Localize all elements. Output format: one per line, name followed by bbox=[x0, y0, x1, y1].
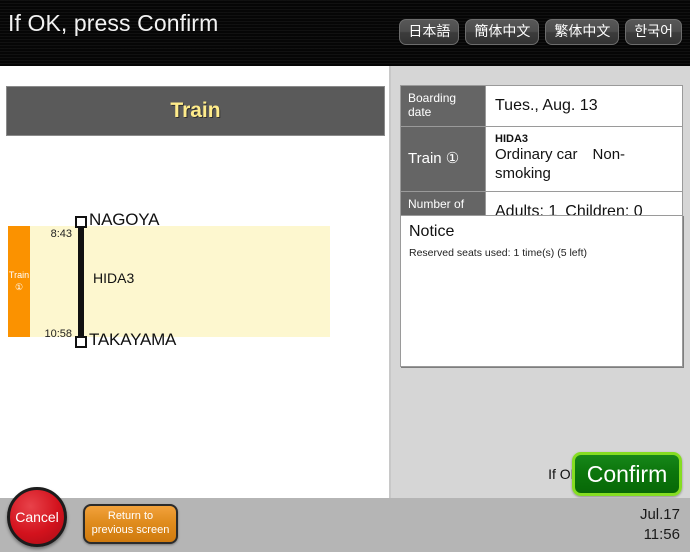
status-time: 11:56 bbox=[643, 526, 680, 544]
arrival-time: 10:58 bbox=[44, 328, 72, 340]
table-row: Boarding date Tues., Aug. 13 bbox=[401, 86, 682, 127]
confirm-button[interactable]: Confirm bbox=[572, 452, 682, 496]
train-name-value: HIDA3 bbox=[495, 132, 529, 145]
car-class-and-smoking-value: Ordinary car Non-smoking bbox=[495, 146, 626, 183]
language-button-japanese[interactable]: 日本語 bbox=[399, 19, 460, 46]
arrival-station-marker-icon bbox=[75, 336, 87, 348]
journey-diagram: Train ① NAGOYA 8:43 HIDA3 TAKAYAMA 10:58 bbox=[0, 156, 391, 349]
itinerary-section-header: Train bbox=[6, 86, 385, 136]
return-button-line1: Return to bbox=[107, 510, 154, 523]
reservation-details-table: Boarding date Tues., Aug. 13 Train ① HID… bbox=[400, 85, 683, 233]
departure-station-marker-icon bbox=[75, 216, 87, 228]
leg-tab-number: ① bbox=[14, 281, 24, 292]
row-label-train: Train ① bbox=[401, 126, 486, 191]
boarding-date-value: Tues., Aug. 13 bbox=[495, 96, 598, 114]
main-content: Train Train ① NAGOYA 8:43 HIDA3 TAKAYAMA… bbox=[0, 66, 690, 498]
reservation-summary-panel: Boarding date Tues., Aug. 13 Train ① HID… bbox=[393, 66, 690, 498]
notice-title: Notice bbox=[409, 223, 455, 240]
top-header-bar: If OK, press Confirm 日本語 簡体中文 繁体中文 한국어 bbox=[0, 0, 690, 66]
row-value-boarding-date: Tues., Aug. 13 bbox=[486, 86, 682, 126]
leg-train-name: HIDA3 bbox=[93, 270, 135, 286]
itinerary-panel: Train Train ① NAGOYA 8:43 HIDA3 TAKAYAMA… bbox=[0, 66, 391, 498]
language-button-simplified-chinese[interactable]: 簡体中文 bbox=[465, 19, 540, 46]
return-to-previous-screen-button[interactable]: Return to previous screen bbox=[83, 504, 178, 544]
ticket-machine-screen: If OK, press Confirm 日本語 簡体中文 繁体中文 한국어 T… bbox=[0, 0, 690, 552]
table-row: Train ① HIDA3 Ordinary car Non-smoking bbox=[401, 126, 682, 192]
return-button-label: Return to previous screen bbox=[92, 510, 170, 538]
itinerary-section-title: Train bbox=[170, 99, 221, 122]
notice-panel: Notice Reserved seats used: 1 time(s) (5… bbox=[400, 215, 683, 367]
status-clock: Jul.17 11:56 bbox=[640, 505, 680, 546]
page-title: If OK, press Confirm bbox=[8, 10, 219, 36]
confirm-action-row: If OK Confirm bbox=[393, 452, 690, 498]
language-selector: 日本語 簡体中文 繁体中文 한국어 bbox=[399, 19, 682, 46]
language-button-korean[interactable]: 한국어 bbox=[625, 19, 682, 46]
leg-background-band bbox=[8, 226, 330, 337]
leg-tab-label: Train bbox=[8, 270, 30, 281]
arrival-station-name: TAKAYAMA bbox=[89, 330, 177, 349]
row-value-train: HIDA3 Ordinary car Non-smoking bbox=[486, 126, 682, 191]
status-date: Jul.17 bbox=[639, 506, 680, 523]
route-line bbox=[78, 226, 84, 341]
row-label-boarding-date: Boarding date bbox=[401, 86, 486, 126]
leg-tab-train-1: Train ① bbox=[8, 226, 30, 337]
footer-bar: Cancel Return to previous screen Jul.17 … bbox=[0, 487, 690, 552]
departure-station-name: NAGOYA bbox=[89, 210, 160, 229]
notice-text: Reserved seats used: 1 time(s) (5 left) bbox=[409, 247, 587, 259]
return-button-line2: previous screen bbox=[91, 524, 170, 536]
cancel-button[interactable]: Cancel bbox=[7, 487, 67, 547]
departure-time: 8:43 bbox=[50, 228, 72, 240]
language-button-traditional-chinese[interactable]: 繁体中文 bbox=[545, 19, 620, 46]
